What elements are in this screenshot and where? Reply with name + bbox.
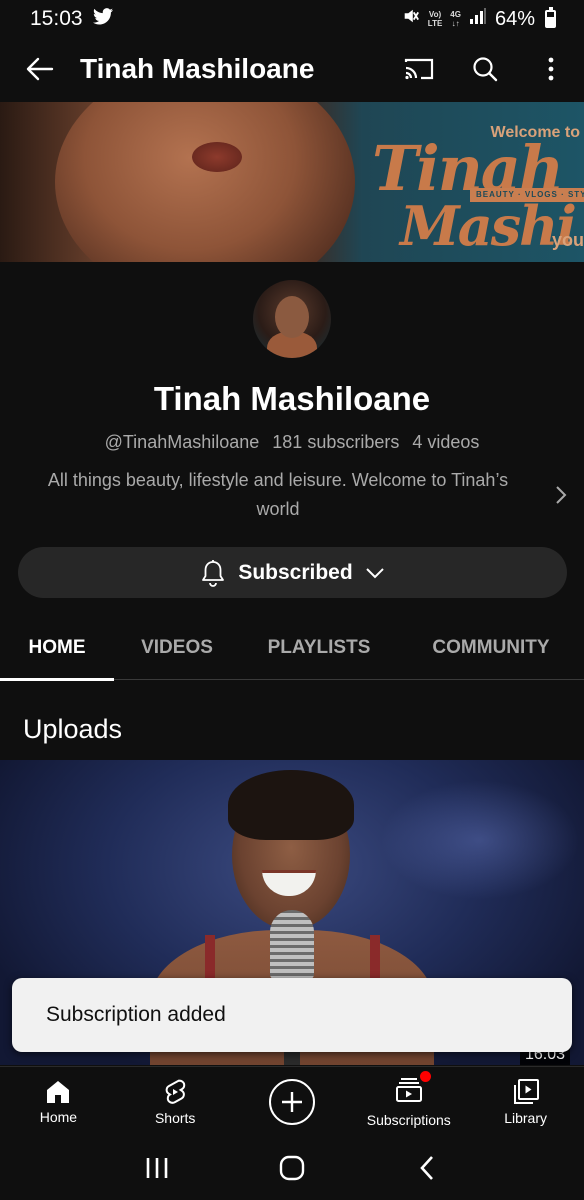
home-icon [47,1081,70,1103]
battery-level [547,17,554,26]
channel-avatar[interactable] [253,280,331,358]
description-expand-button[interactable] [548,482,574,508]
search-button[interactable] [452,38,518,100]
volte-label: Vo) LTE [427,10,443,28]
notification-dot [419,1070,431,1082]
nav-subscriptions-label: Subscriptions [366,1111,451,1128]
page-title: Tinah Mashiloane [80,53,315,84]
battery-percent: 64% [494,7,535,30]
twitter-icon [92,8,113,30]
tab-home[interactable]: HOME [0,616,114,681]
microphone [270,910,314,980]
nav-subscriptions[interactable]: Subscriptions [350,1067,467,1137]
chevron-right-icon [556,486,567,504]
channel-name: Tinah Mashiloane [153,380,431,417]
tab-playlists[interactable]: PLAYLISTS [240,616,398,680]
chevron-down-icon [365,567,384,578]
avatar-face [275,296,309,338]
recent-apps-button[interactable] [127,1138,187,1198]
toast-text: Subscription added [46,1003,226,1026]
status-time: 15:03 [30,7,83,30]
uploads-heading: Uploads [23,714,123,744]
signal-icon [469,7,487,31]
home-system-button[interactable] [262,1138,322,1198]
subscribed-button[interactable]: Subscribed [18,547,567,598]
tab-community[interactable]: COMMUNITY [398,616,584,680]
nav-library-label: Library [504,1110,547,1126]
video-count: 4 videos [412,432,480,452]
nav-home-label: Home [39,1109,78,1125]
subscriptions-icon [395,1077,422,1102]
channel-banner: Welcome to Tinah BEAUTY · VLOGS · STY Ma… [0,102,584,262]
cast-icon [404,58,434,80]
nav-create[interactable] [234,1067,351,1137]
channel-description[interactable]: All things beauty, lifestyle and leisure… [30,466,526,524]
shorts-icon [165,1079,186,1104]
recent-apps-icon [147,1158,168,1178]
back-arrow-icon [26,57,54,81]
system-back-button[interactable] [397,1138,457,1198]
channel-tabs: HOME VIDEOS PLAYLISTS COMMUNITY [0,616,584,681]
home-circle-icon [279,1155,305,1181]
network-type: 4G ↓↑ [450,10,461,28]
banner-lips [192,142,242,172]
subscribed-label: Subscribed [238,560,353,584]
status-bar: 15:03 Vo) LTE 4G ↓↑ 64% [0,0,584,38]
banner-tail: you [551,230,584,250]
mute-icon [402,7,420,31]
nav-shorts[interactable]: Shorts [117,1067,234,1137]
bell-icon [202,559,225,587]
channel-meta: @TinahMashiloane 181 subscribers 4 video… [0,432,584,453]
more-vert-icon [548,57,554,81]
battery-icon [545,7,556,28]
create-icon [268,1079,315,1125]
thumb-light [380,780,580,900]
nav-shorts-label: Shorts [154,1110,196,1126]
subscriber-count: 181 subscribers [272,432,400,452]
nav-library[interactable]: Library [467,1067,584,1137]
search-icon [473,57,498,82]
system-back-icon [419,1156,433,1180]
app-bar: Tinah Mashiloane [0,38,584,100]
cast-button[interactable] [386,38,452,100]
toast-notification: Subscription added [12,978,572,1052]
banner-name-line2: Mashi [400,194,577,258]
thumb-hair [228,770,354,840]
nav-home[interactable]: Home [0,1067,117,1137]
bottom-navigation: Home Shorts Subscriptions Library [0,1066,584,1136]
banner-face-image [55,102,355,262]
tab-videos[interactable]: VIDEOS [114,616,240,680]
more-options-button[interactable] [518,38,584,100]
system-navigation-bar [0,1136,584,1200]
library-icon [513,1079,539,1104]
channel-handle: @TinahMashiloane [104,432,260,452]
back-button[interactable] [0,38,80,100]
